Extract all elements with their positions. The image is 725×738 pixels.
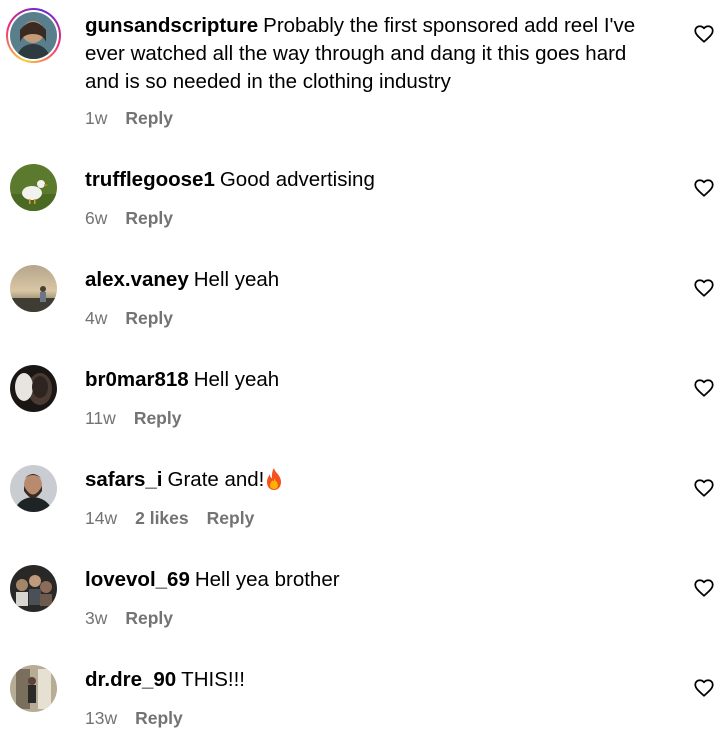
comment-username[interactable]: safars_i [85, 468, 163, 491]
comment-text: Hell yeah [193, 268, 280, 291]
comment-meta: 14w 2 likes Reply [85, 507, 254, 529]
avatar[interactable] [10, 565, 57, 612]
likes-count[interactable]: 2 likes [135, 507, 189, 529]
comment-timestamp[interactable]: 14w [85, 507, 117, 529]
comment-username[interactable]: dr.dre_90 [85, 668, 176, 691]
comment-meta: 6w Reply [85, 207, 173, 229]
avatar[interactable] [10, 265, 57, 312]
reply-button[interactable]: Reply [135, 707, 183, 729]
comment-text-block: dr.dre_90 THIS!!! [85, 666, 645, 694]
avatar[interactable] [10, 164, 57, 211]
like-heart-icon[interactable] [693, 477, 715, 499]
comment-meta: 3w Reply [85, 607, 173, 629]
comment-timestamp[interactable]: 6w [85, 207, 107, 229]
avatar[interactable] [10, 12, 57, 59]
comment-text-block: alex.vaney Hell yeah [85, 266, 645, 294]
comment-username[interactable]: alex.vaney [85, 268, 189, 291]
comment-text-block: safars_i Grate and! [85, 466, 645, 494]
comment-timestamp[interactable]: 1w [85, 107, 107, 129]
comment-username[interactable]: gunsandscripture [85, 14, 258, 37]
comment-username[interactable]: trufflegoose1 [85, 168, 215, 191]
like-heart-icon[interactable] [693, 577, 715, 599]
comment-text-block: gunsandscripture Probably the first spons… [85, 12, 645, 96]
comment-timestamp[interactable]: 11w [85, 407, 116, 429]
comment-text-block: br0mar818 Hell yeah [85, 366, 645, 394]
comment-meta: 11w Reply [85, 407, 181, 429]
reply-button[interactable]: Reply [125, 207, 173, 229]
reply-button[interactable]: Reply [207, 507, 255, 529]
comment-timestamp[interactable]: 3w [85, 607, 107, 629]
like-heart-icon[interactable] [693, 277, 715, 299]
comment-username[interactable]: lovevol_69 [85, 568, 190, 591]
story-ring[interactable] [6, 8, 61, 63]
avatar[interactable] [10, 665, 57, 712]
reply-button[interactable]: Reply [125, 607, 173, 629]
like-heart-icon[interactable] [693, 177, 715, 199]
reply-button[interactable]: Reply [125, 307, 173, 329]
comment-text: Grate and! [167, 468, 265, 491]
like-heart-icon[interactable] [693, 23, 715, 45]
comment-meta: 13w Reply [85, 707, 183, 729]
comment-meta: 1w Reply [85, 107, 173, 129]
comment-meta: 4w Reply [85, 307, 173, 329]
comment-text: Hell yea brother [194, 568, 340, 591]
comment-text: Good advertising [219, 168, 375, 191]
comment-text: THIS!!! [181, 668, 245, 691]
comment-username[interactable]: br0mar818 [85, 368, 189, 391]
like-heart-icon[interactable] [693, 677, 715, 699]
comment-text-block: lovevol_69 Hell yea brother [85, 566, 645, 594]
avatar[interactable] [10, 365, 57, 412]
comment-text-block: trufflegoose1 Good advertising [85, 166, 645, 194]
reply-button[interactable]: Reply [134, 407, 182, 429]
fire-emoji [264, 467, 284, 491]
reply-button[interactable]: Reply [125, 107, 173, 129]
like-heart-icon[interactable] [693, 377, 715, 399]
comment-timestamp[interactable]: 4w [85, 307, 107, 329]
comment-text: Hell yeah [193, 368, 280, 391]
avatar[interactable] [10, 465, 57, 512]
comment-timestamp[interactable]: 13w [85, 707, 117, 729]
